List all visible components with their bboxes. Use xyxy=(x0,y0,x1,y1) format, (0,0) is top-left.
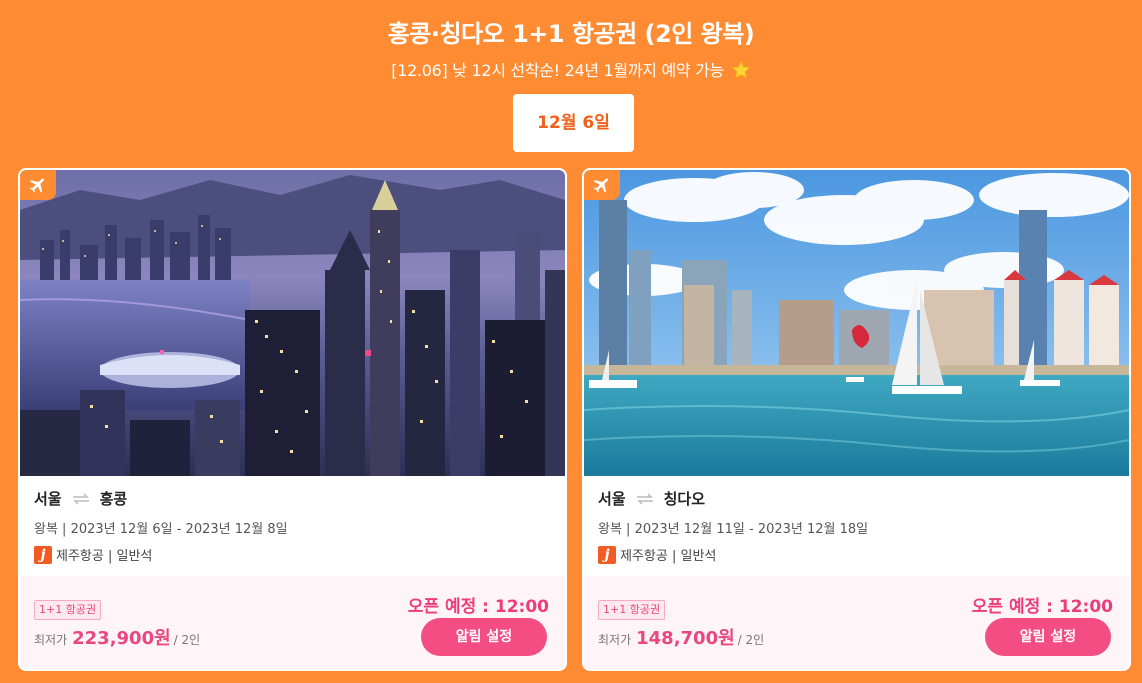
promo-badge: 1+1 항공권 xyxy=(598,600,666,620)
price-section: 1+1 항공권 최저가 148,700원 / 2인 오픈 예정 : 12:00 … xyxy=(584,576,1129,669)
promo-page: 홍콩·칭다오 1+1 항공권 (2인 왕복) [12.06] 낮 12시 선착순… xyxy=(0,0,1142,683)
star-icon xyxy=(731,60,750,79)
airline-name: 제주항공 | 일반석 xyxy=(620,549,717,564)
page-subtitle: [12.06] 낮 12시 선착순! 24년 1월까지 예약 가능 xyxy=(0,57,1142,81)
route: 서울 홍콩 xyxy=(34,488,127,509)
origin-city: 서울 xyxy=(34,490,62,508)
flight-card-hongkong[interactable]: 서울 홍콩 왕복 | 2023년 12월 6일 - 2023년 12월 8일 j… xyxy=(18,168,567,671)
airplane-icon xyxy=(584,170,620,200)
open-time: 오픈 예정 : 12:00 xyxy=(407,597,549,617)
page-title: 홍콩·칭다오 1+1 항공권 (2인 왕복) xyxy=(387,20,755,48)
airline-info: j 제주항공 | 일반석 xyxy=(34,545,152,564)
trip-dates: 왕복 | 2023년 12월 11일 - 2023년 12월 18일 xyxy=(598,522,869,537)
flight-card-qingdao[interactable]: 서울 칭다오 왕복 | 2023년 12월 11일 - 2023년 12월 18… xyxy=(582,168,1131,671)
price-line: 최저가 148,700원 / 2인 xyxy=(598,624,764,650)
round-trip-icon xyxy=(636,492,653,505)
date-tab-dec-6[interactable]: 12월 6일 xyxy=(513,94,634,152)
set-alarm-button[interactable]: 알림 설정 xyxy=(985,618,1111,656)
airline-name: 제주항공 | 일반석 xyxy=(56,549,153,564)
qingdao-photo xyxy=(584,170,1129,476)
airline-info: j 제주항공 | 일반석 xyxy=(598,545,716,564)
price-per: / 2인 xyxy=(737,633,765,647)
price-value: 223,900원 xyxy=(72,628,171,649)
open-time: 오픈 예정 : 12:00 xyxy=(971,597,1113,617)
destination-city: 홍콩 xyxy=(99,490,128,508)
set-alarm-button[interactable]: 알림 설정 xyxy=(421,618,547,656)
origin-city: 서울 xyxy=(598,490,626,508)
round-trip-icon xyxy=(72,492,89,505)
jeju-air-logo-icon: j xyxy=(598,545,616,564)
trip-dates: 왕복 | 2023년 12월 6일 - 2023년 12월 8일 xyxy=(34,522,288,537)
airplane-icon xyxy=(20,170,56,200)
price-label: 최저가 xyxy=(34,633,68,647)
destination-city: 칭다오 xyxy=(663,490,706,508)
price-per: / 2인 xyxy=(173,633,201,647)
subtitle-text: [12.06] 낮 12시 선착순! 24년 1월까지 예약 가능 xyxy=(391,61,724,80)
promo-badge: 1+1 항공권 xyxy=(34,600,102,620)
hongkong-photo xyxy=(20,170,565,476)
price-section: 1+1 항공권 최저가 223,900원 / 2인 오픈 예정 : 12:00 … xyxy=(20,576,565,669)
route: 서울 칭다오 xyxy=(598,488,705,509)
price-label: 최저가 xyxy=(598,633,632,647)
jeju-air-logo-icon: j xyxy=(34,545,52,564)
price-line: 최저가 223,900원 / 2인 xyxy=(34,624,200,650)
price-value: 148,700원 xyxy=(636,628,735,649)
